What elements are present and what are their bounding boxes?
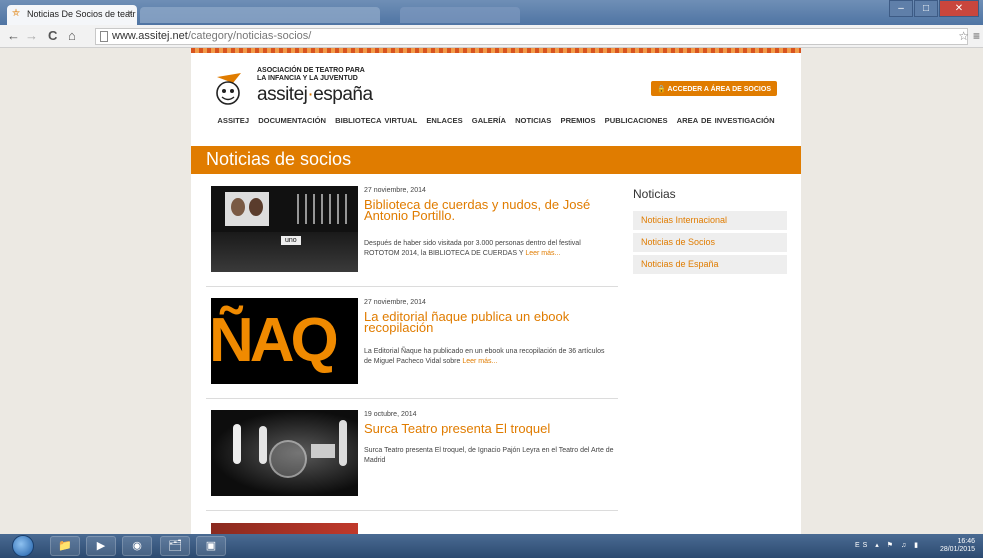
- post-excerpt: La Editorial Ñaque ha publicado en un eb…: [364, 348, 605, 365]
- news-post: uno 27 noviembre, 2014 Biblioteca de cue…: [206, 175, 618, 287]
- post-thumbnail[interactable]: [211, 410, 358, 496]
- maximize-button[interactable]: □: [914, 0, 938, 17]
- browser-titlebar: ⛤ Noticias De Socios de teatr × – □ ✕: [0, 0, 983, 25]
- performer-figure: [259, 426, 267, 464]
- media-player-icon[interactable]: ▶: [86, 536, 116, 556]
- performer-figure: [339, 420, 347, 466]
- page-icon: [100, 31, 108, 42]
- post-title-link[interactable]: Biblioteca de cuerdas y nudos, de José A…: [364, 198, 614, 222]
- nav-item-biblioteca[interactable]: BIBLIOTECA VIRTUAL: [335, 116, 417, 125]
- app-icon[interactable]: ▣: [196, 536, 226, 556]
- browser-tab-blurred[interactable]: [140, 7, 380, 23]
- url-path: /category/noticias-socios/: [187, 30, 312, 42]
- logo-wordmark: assitej·españa: [257, 84, 373, 105]
- explorer-icon[interactable]: 📁: [50, 536, 80, 556]
- thumbnail-logo-text: ÑAQ: [211, 306, 339, 375]
- logo-tagline: ASOCIACIÓN DE TEATRO PARA LA INFANCIA Y …: [257, 67, 365, 82]
- post-date: 19 octubre, 2014: [364, 411, 417, 418]
- browser-tab-blurred[interactable]: [400, 7, 520, 23]
- nav-item-investigacion[interactable]: AREA DE INVESTIGACIÓN: [677, 116, 775, 125]
- nav-item-assitej[interactable]: ASSITEJ: [217, 116, 249, 125]
- post-date: 27 noviembre, 2014: [364, 299, 426, 306]
- post-thumbnail[interactable]: ÑAQ: [211, 298, 358, 384]
- chrome-icon[interactable]: ◉: [122, 536, 152, 556]
- bookshelf-lights: [291, 194, 351, 224]
- post-thumbnail[interactable]: uno: [211, 186, 358, 272]
- site-header: ASOCIACIÓN DE TEATRO PARA LA INFANCIA Y …: [191, 53, 801, 131]
- forward-button[interactable]: →: [25, 28, 38, 44]
- nav-item-documentacion[interactable]: DOCUMENTACIÓN: [258, 116, 326, 125]
- post-excerpt: Surca Teatro presenta El troquel, de Ign…: [364, 447, 614, 464]
- nav-item-noticias[interactable]: NOTICIAS: [515, 116, 551, 125]
- sidebar-item-internacional[interactable]: Noticias Internacional: [633, 211, 787, 230]
- window-controls: – □ ✕: [889, 0, 979, 18]
- post-date: 27 noviembre, 2014: [364, 187, 426, 194]
- post-title-link[interactable]: Surca Teatro presenta El troquel: [364, 422, 614, 435]
- post-title-link[interactable]: La editorial ñaque publica un ebook reco…: [364, 310, 614, 334]
- nav-item-enlaces[interactable]: ENLACES: [426, 116, 462, 125]
- language-indicator[interactable]: ES: [855, 542, 870, 549]
- news-post: ÑAQ 27 noviembre, 2014 La editorial ñaqu…: [206, 287, 618, 399]
- main-nav: ASSITEJ DOCUMENTACIÓN BIBLIOTECA VIRTUAL…: [191, 116, 801, 125]
- sidebar-item-espana[interactable]: Noticias de España: [633, 255, 787, 274]
- reload-button[interactable]: C: [48, 28, 57, 44]
- nav-item-galeria[interactable]: GALERÍA: [472, 116, 506, 125]
- performer-figure: [233, 424, 241, 464]
- folder-icon[interactable]: 🗂: [160, 536, 190, 556]
- page-title: Noticias de socios: [206, 149, 352, 169]
- close-window-button[interactable]: ✕: [939, 0, 979, 17]
- clock-date: 28/01/2015: [939, 546, 975, 553]
- url-domain: www.assitej.net: [112, 30, 188, 42]
- nav-item-premios[interactable]: PREMIOS: [561, 116, 596, 125]
- stage-table: [311, 444, 335, 458]
- home-button[interactable]: ⌂: [68, 28, 76, 44]
- post-excerpt: Después de haber sido visitada por 3.000…: [364, 240, 581, 257]
- bookmark-star-icon[interactable]: ☆: [958, 29, 969, 43]
- site-logo[interactable]: ASOCIACIÓN DE TEATRO PARA LA INFANCIA Y …: [207, 63, 377, 107]
- sidebar-item-socios[interactable]: Noticias de Socios: [633, 233, 787, 252]
- address-bar: ← → C ⌂ www.assitej.net/category/noticia…: [0, 25, 983, 48]
- browser-tab[interactable]: ⛤ Noticias De Socios de teatr ×: [7, 5, 137, 25]
- start-button[interactable]: [12, 535, 34, 557]
- thumbnail-label: uno: [281, 236, 301, 245]
- members-area-button[interactable]: 🔒 ACCEDER A ÁREA DE SOCIOS: [651, 81, 777, 96]
- news-post: 19 octubre, 2014 Surca Teatro presenta E…: [206, 399, 618, 511]
- sidebar-heading: Noticias: [633, 187, 676, 201]
- logo-mask-icon: [216, 73, 241, 105]
- back-button[interactable]: ←: [7, 28, 20, 44]
- nav-item-publicaciones[interactable]: PUBLICACIONES: [605, 116, 668, 125]
- sidebar: Noticias Noticias Internacional Noticias…: [633, 187, 787, 277]
- tab-title: Noticias De Socios de teatr: [27, 9, 136, 19]
- category-banner: Noticias de socios: [191, 146, 801, 174]
- main-content: uno 27 noviembre, 2014 Biblioteca de cue…: [191, 175, 801, 534]
- clock[interactable]: 16:46 28/01/2015: [940, 538, 975, 554]
- url-field[interactable]: www.assitej.net/category/noticias-socios…: [95, 28, 968, 45]
- post-thumbnail[interactable]: [211, 523, 358, 534]
- lock-icon: 🔒: [657, 86, 666, 93]
- clock-time: 16:46: [957, 538, 975, 545]
- read-more-link[interactable]: Leer más...: [525, 250, 560, 257]
- page-container: ASOCIACIÓN DE TEATRO PARA LA INFANCIA Y …: [191, 48, 801, 534]
- read-more-link[interactable]: Leer más...: [462, 358, 497, 365]
- play-icon[interactable]: [269, 440, 307, 478]
- browser-menu-icon[interactable]: ≡: [973, 29, 980, 43]
- windows-taskbar: 📁 ▶ ◉ 🗂 ▣ ES ▴ ⚑ ♫ ▮ 16:46 28/01/2015: [0, 534, 983, 558]
- tray-icons[interactable]: ES ▴ ⚑ ♫ ▮: [855, 541, 921, 549]
- minimize-button[interactable]: –: [889, 0, 913, 17]
- tab-close-icon[interactable]: ×: [127, 8, 133, 19]
- favicon-icon: ⛤: [12, 8, 20, 19]
